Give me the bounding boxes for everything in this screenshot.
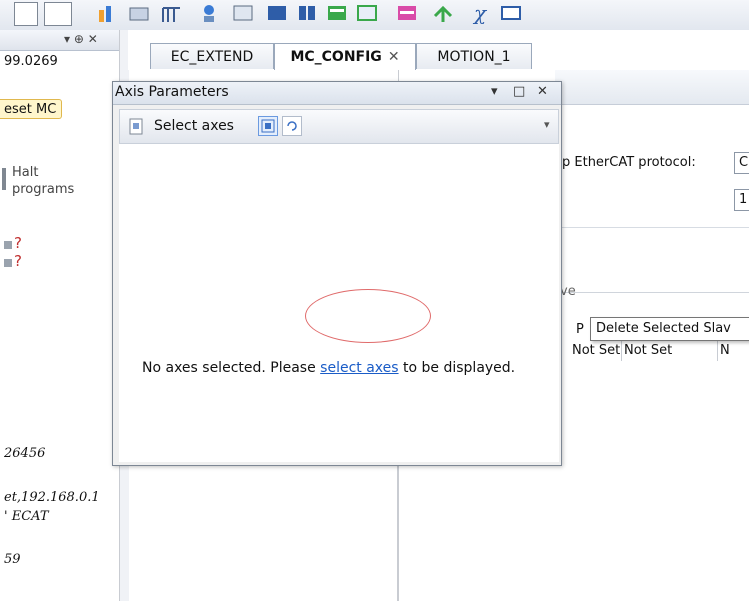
tooltip-delete-slave: Delete Selected Slav xyxy=(590,317,749,341)
window-layout-icon[interactable] xyxy=(326,2,348,24)
select-axes-link[interactable]: select axes xyxy=(320,360,398,376)
editor-subheader xyxy=(555,70,749,105)
table-icon[interactable] xyxy=(160,2,182,24)
gear-icon[interactable] xyxy=(500,2,522,24)
axis-window-title: Axis Parameters xyxy=(115,84,229,100)
speed-select[interactable]: 1 xyxy=(734,189,749,211)
version-text: 99.0269 xyxy=(4,54,58,69)
window-icon[interactable] xyxy=(14,2,38,26)
tab-motion-1-label: MOTION_1 xyxy=(437,49,511,65)
grid-header-label: ve xyxy=(560,284,576,299)
programs-label[interactable]: programs xyxy=(12,182,74,197)
monitor-icon[interactable]: χ xyxy=(470,1,492,25)
layout-icon[interactable] xyxy=(258,116,278,136)
unknown-status-2: ? xyxy=(14,252,22,270)
unknown-status-1: ? xyxy=(14,234,22,252)
halt-icon xyxy=(2,168,6,190)
matrix-icon[interactable] xyxy=(266,2,288,24)
axis-window-body: No axes selected. Please select axes to … xyxy=(119,144,559,462)
reset-mc-button[interactable]: eset MC xyxy=(0,99,62,119)
close-icon[interactable]: ✕ xyxy=(537,84,548,99)
grid-icon[interactable] xyxy=(296,2,318,24)
select-axes-icon[interactable] xyxy=(128,117,146,137)
maximize-icon[interactable]: □ xyxy=(513,84,525,99)
grid-partial-column: P xyxy=(576,322,584,337)
empty-state-message: No axes selected. Please select axes to … xyxy=(142,360,515,376)
panel-controls[interactable]: ▾ ⊕ ✕ xyxy=(64,32,98,46)
table-cell[interactable]: N xyxy=(718,341,749,361)
tab-mc-config-label: MC_CONFIG xyxy=(290,49,382,65)
axis-window-titlebar[interactable]: Axis Parameters ▾ □ ✕ xyxy=(113,82,561,105)
empty-message-text-2: to be displayed. xyxy=(398,360,516,376)
tab-mc-config[interactable]: MC_CONFIG ✕ xyxy=(274,43,416,70)
axis-parameters-window: Axis Parameters ▾ □ ✕ Select axes ▾ No a… xyxy=(112,81,562,466)
status-icon-2 xyxy=(4,259,12,267)
select-axes-button[interactable]: Select axes xyxy=(154,118,234,134)
table-cell[interactable]: Not Set xyxy=(570,341,622,361)
status-icon-1 xyxy=(4,241,12,249)
function-icon[interactable] xyxy=(432,2,454,24)
tab-ec-extend[interactable]: EC_EXTEND xyxy=(150,43,274,69)
document-tabs: EC_EXTEND MC_CONFIG ✕ MOTION_1 xyxy=(128,30,749,70)
dropdown-icon[interactable] xyxy=(44,2,72,26)
toolbar-overflow-icon[interactable]: ▾ xyxy=(544,118,550,131)
main-toolbar: χ xyxy=(0,0,749,31)
axis-icon[interactable] xyxy=(198,2,220,24)
tab-motion-1[interactable]: MOTION_1 xyxy=(416,43,532,69)
config-icon[interactable] xyxy=(128,2,150,24)
network-icon[interactable] xyxy=(396,2,418,24)
tab-ec-extend-label: EC_EXTEND xyxy=(170,49,254,65)
ethercat-protocol-select[interactable]: C xyxy=(734,152,749,174)
axis-window-toolbar: Select axes ▾ xyxy=(119,109,559,144)
halt-label[interactable]: Halt xyxy=(12,165,38,180)
table-row[interactable]: Not Set Not Set N xyxy=(570,341,749,361)
serial-text: 26456 xyxy=(4,446,46,461)
table-cell[interactable]: Not Set xyxy=(622,341,718,361)
slave-grid-header: ve xyxy=(558,270,749,299)
ethercat-protocol-label: p EtherCAT protocol: xyxy=(562,155,696,170)
divider xyxy=(555,227,749,228)
svg-text:χ: χ xyxy=(472,2,488,24)
network-text: et,192.168.0.1 xyxy=(4,490,100,505)
left-panel-header: ▾ ⊕ ✕ xyxy=(0,30,119,51)
settings-icon[interactable] xyxy=(232,2,254,24)
ecat-text: ' ECAT xyxy=(4,509,49,524)
empty-message-text-1: No axes selected. Please xyxy=(142,360,321,376)
table-view-icon[interactable] xyxy=(356,2,378,24)
dropdown-icon[interactable]: ▾ xyxy=(491,84,498,99)
close-icon[interactable]: ✕ xyxy=(388,49,400,65)
refresh-icon[interactable] xyxy=(282,116,302,136)
number-text: 59 xyxy=(4,552,21,567)
chart-icon[interactable] xyxy=(96,2,118,24)
